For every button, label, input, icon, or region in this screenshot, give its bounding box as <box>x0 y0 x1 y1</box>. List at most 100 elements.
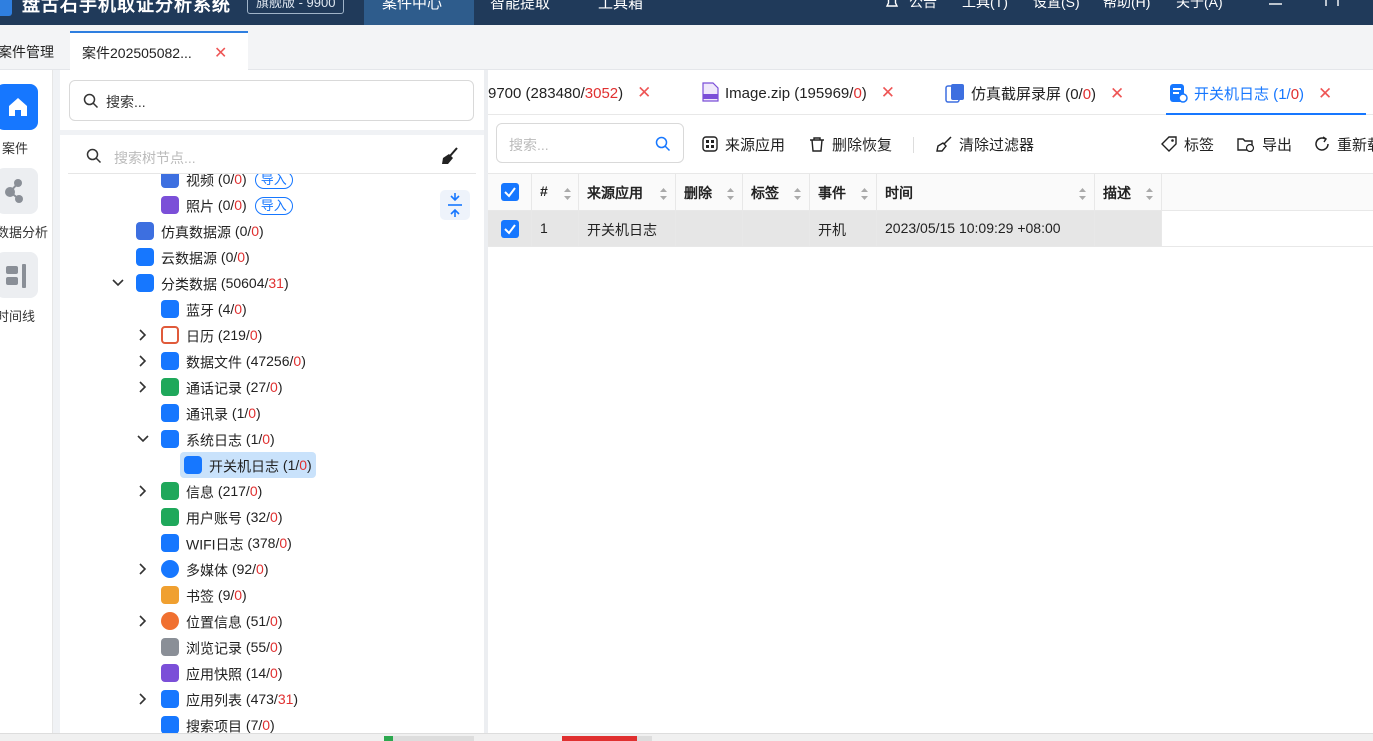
menu-about[interactable]: 关于(A) <box>1176 0 1223 12</box>
close-icon[interactable]: ✕ <box>881 83 895 102</box>
row-checkbox[interactable] <box>501 220 519 238</box>
tree-node-bluetooth[interactable]: 蓝牙 (4/0) <box>157 296 251 322</box>
tag-button[interactable]: 标签 <box>1161 134 1214 155</box>
tree-node-cloud-source[interactable]: 云数据源 (0/0) <box>132 244 254 270</box>
col-header-event[interactable]: 事件 <box>810 174 877 210</box>
col-header-description[interactable]: 描述 <box>1095 174 1162 210</box>
table-search-input[interactable]: 搜索... <box>496 123 684 163</box>
log-icon <box>184 456 202 475</box>
cell-source-app: 开关机日志 <box>579 211 676 246</box>
zip-file-icon <box>702 82 719 102</box>
minimize-icon[interactable] <box>1268 0 1282 8</box>
data-panel: 9700 (283480/3052) ✕ Image.zip (195969/0)… <box>488 70 1373 741</box>
tree-node-emulation-source[interactable]: 仿真数据源 (0/0) <box>132 218 268 244</box>
tree-node-app-snapshot[interactable]: 应用快照 (14/0) <box>157 660 287 686</box>
title-bar: 盘古石手机取证分析系统 旗舰版 - 9900 案件中心 智能提取 工具箱 公告 … <box>0 0 1373 25</box>
tree-search-text: 搜索... <box>106 94 146 110</box>
tree-node-call-log[interactable]: 通话记录 (27/0) <box>157 374 287 400</box>
chevron-right-icon[interactable] <box>136 484 150 498</box>
tree-node-multimedia[interactable]: 多媒体 (92/0) <box>157 556 273 582</box>
data-tab-9700[interactable]: 9700 (283480/3052) ✕ <box>488 83 651 103</box>
tree-node-location[interactable]: 位置信息 (51/0) <box>157 608 287 634</box>
col-header-num[interactable]: # <box>532 174 579 210</box>
tree-node-app-list[interactable]: 应用列表 (473/31) <box>157 686 302 712</box>
col-header-source-app[interactable]: 来源应用 <box>579 174 676 210</box>
close-icon[interactable]: ✕ <box>1318 84 1332 103</box>
col-header-time[interactable]: 时间 <box>877 174 1095 210</box>
tree-view: 视频 (0/0) 导入 照片 (0/0) 导入 仿真数据源 (0/0) 云数据源 (… <box>60 174 484 741</box>
select-all-checkbox[interactable] <box>501 183 519 201</box>
close-icon[interactable]: ✕ <box>214 43 227 63</box>
tab-case-label: 案件202505082... <box>82 45 192 61</box>
chevron-right-icon[interactable] <box>136 692 150 706</box>
collapse-icon <box>448 193 462 217</box>
broom-icon <box>936 136 952 152</box>
maximize-icon[interactable] <box>1325 0 1339 6</box>
tree-node-video[interactable]: 视频 (0/0) 导入 <box>157 174 297 192</box>
tree-node-data-files[interactable]: 数据文件 (47256/0) <box>157 348 310 374</box>
sort-icon <box>564 188 571 200</box>
menu-toolbox[interactable]: 工具箱 <box>580 0 670 25</box>
progress-track <box>384 736 474 741</box>
chevron-down-icon[interactable] <box>111 276 125 290</box>
collapse-all-button[interactable] <box>440 190 470 220</box>
tab-case-active[interactable]: 案件202505082... ✕ <box>70 31 248 70</box>
cell-num: 1 <box>532 211 579 246</box>
sort-icon <box>1079 188 1086 200</box>
data-tab-power-log[interactable]: 开关机日志 (1/0) ✕ <box>1168 83 1332 105</box>
menu-announcement[interactable]: 公告 <box>909 0 937 12</box>
chevron-right-icon[interactable] <box>136 614 150 628</box>
tree-node-calendar[interactable]: 日历 (219/0) <box>157 322 266 348</box>
broom-icon[interactable] <box>440 146 460 166</box>
tree-node-power-log[interactable]: 开关机日志 (1/0) <box>180 452 316 478</box>
wifi-log-icon <box>161 534 179 553</box>
emulation-icon <box>136 222 154 241</box>
tree-node-bookmarks[interactable]: 书签 (9/0) <box>157 582 251 608</box>
menu-tools[interactable]: 工具(T) <box>962 0 1008 12</box>
export-button[interactable]: 导出 <box>1237 134 1292 155</box>
play-icon <box>161 560 179 579</box>
phone-icon <box>161 378 179 397</box>
tree-node-system-log[interactable]: 系统日志 (1/0) <box>157 426 279 452</box>
data-tab-image-zip[interactable]: Image.zip (195969/0) ✕ <box>701 82 895 104</box>
tree-node-wifi-log[interactable]: WIFI日志 (378/0) <box>157 530 296 556</box>
reload-button[interactable]: 重新载 <box>1314 134 1373 155</box>
source-app-button[interactable]: 来源应用 <box>702 134 785 155</box>
search-icon <box>83 93 99 109</box>
menu-help[interactable]: 帮助(H) <box>1103 0 1150 12</box>
col-header-deleted[interactable]: 删除 <box>676 174 743 210</box>
tab-case-management[interactable]: 案件管理 <box>0 42 54 62</box>
clear-filter-button[interactable]: 清除过滤器 <box>936 134 1034 155</box>
import-button[interactable]: 导入 <box>254 174 293 190</box>
sort-icon <box>861 188 868 200</box>
chevron-right-icon[interactable] <box>136 354 150 368</box>
emulation-icon <box>945 84 964 103</box>
tree-node-classified-data[interactable]: 分类数据 (50604/31) <box>132 270 293 296</box>
delete-restore-button[interactable]: 删除恢复 <box>809 134 892 155</box>
tree-node-messages[interactable]: 信息 (217/0) <box>157 478 266 504</box>
menu-smart-extract[interactable]: 智能提取 <box>474 0 580 25</box>
tree-node-browse-history[interactable]: 浏览记录 (55/0) <box>157 634 287 660</box>
menu-case-center[interactable]: 案件中心 <box>364 0 474 25</box>
tree-node-search-input[interactable]: 搜索树节点... <box>68 138 476 174</box>
cell-event: 开机 <box>810 211 877 246</box>
col-header-tag[interactable]: 标签 <box>743 174 810 210</box>
close-icon[interactable]: ✕ <box>637 83 651 102</box>
chevron-right-icon[interactable] <box>136 380 150 394</box>
data-tab-emulation-screen[interactable]: 仿真截屏录屏 (0/0) ✕ <box>945 83 1124 105</box>
chevron-down-icon[interactable] <box>136 432 150 446</box>
tree-node-photo[interactable]: 照片 (0/0) 导入 <box>157 192 297 218</box>
log-icon <box>161 430 179 449</box>
grid-icon <box>702 136 718 152</box>
chevron-right-icon[interactable] <box>136 562 150 576</box>
case-tab-strip: 案件管理 案件202505082... ✕ <box>0 25 1373 70</box>
tree-node-contacts[interactable]: 通讯录 (1/0) <box>157 400 265 426</box>
close-icon[interactable]: ✕ <box>1110 84 1124 103</box>
tree-node-user-accounts[interactable]: 用户账号 (32/0) <box>157 504 287 530</box>
tree-search-box[interactable]: 搜索... <box>69 80 474 121</box>
app-title: 盘古石手机取证分析系统 <box>22 0 231 15</box>
menu-settings[interactable]: 设置(S) <box>1033 0 1080 12</box>
import-button[interactable]: 导入 <box>254 197 293 216</box>
chevron-right-icon[interactable] <box>136 328 150 342</box>
table-row[interactable]: 1 开关机日志 开机 2023/05/15 10:09:29 +08:00 <box>488 211 1373 247</box>
